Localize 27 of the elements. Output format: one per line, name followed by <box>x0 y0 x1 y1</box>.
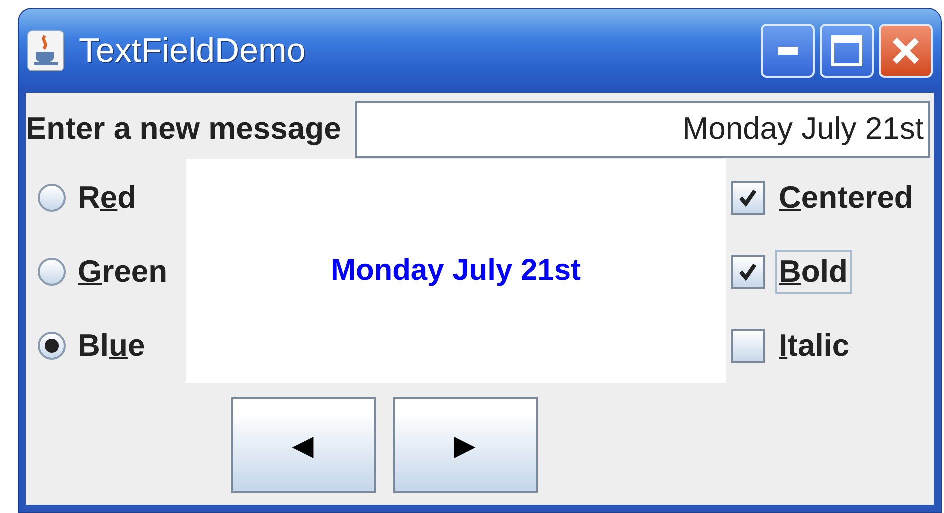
message-field[interactable]: Monday July 21st <box>355 100 930 158</box>
check-icon <box>738 262 758 282</box>
arrow-button[interactable]: ▶ <box>392 397 538 493</box>
close-icon <box>891 36 921 66</box>
checkbox-label: Italic <box>778 327 851 365</box>
maximize-icon <box>831 35 863 67</box>
checkbox-label: Bold <box>775 250 852 294</box>
checkbox[interactable] <box>731 329 765 363</box>
java-cup-icon <box>27 30 65 72</box>
display-text: Monday July 21st <box>330 254 582 288</box>
radio-button[interactable] <box>38 184 66 212</box>
radio-button[interactable] <box>38 258 66 286</box>
checkbox-label: Centered <box>778 179 914 217</box>
radio-label: Blue <box>78 328 146 364</box>
checkbox[interactable] <box>731 255 765 289</box>
minimize-button[interactable] <box>761 24 815 78</box>
radio-button[interactable] <box>38 332 66 360</box>
radio-label: Green <box>78 254 168 290</box>
checkbox[interactable] <box>731 181 765 215</box>
message-label: Enter a new message <box>26 111 342 147</box>
radio-label: Red <box>78 180 137 216</box>
maximize-button[interactable] <box>820 24 874 78</box>
window-title: TextFieldDemo <box>79 32 307 70</box>
minimize-icon <box>778 47 798 55</box>
close-button[interactable] <box>879 24 933 78</box>
arrow-button[interactable]: ◀ <box>230 397 376 493</box>
check-icon <box>738 188 758 208</box>
